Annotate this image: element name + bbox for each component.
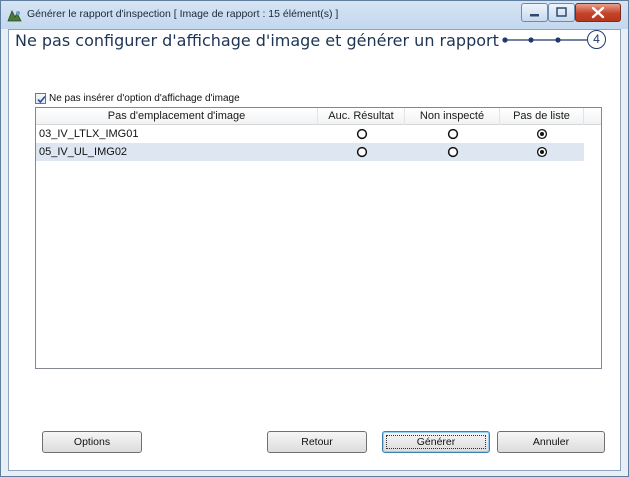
minimize-button[interactable] (521, 3, 548, 22)
back-button[interactable]: Retour (267, 431, 367, 453)
cancel-button[interactable]: Annuler (497, 431, 605, 453)
close-icon (591, 6, 605, 19)
column-header-no-result[interactable]: Auc. Résultat (318, 108, 405, 125)
options-button[interactable]: Options (42, 431, 142, 453)
row-image-name: 03_IV_LTLX_IMG01 (39, 128, 139, 140)
wizard-stepper: 4 (501, 29, 611, 51)
maximize-icon (556, 7, 567, 17)
no-image-option[interactable]: Ne pas insérer d'option d'affichage d'im… (35, 88, 240, 104)
radio-no-list[interactable] (536, 128, 548, 140)
report-dialog: Générer le rapport d'inspection [ Image … (0, 0, 629, 477)
table-row[interactable]: 03_IV_LTLX_IMG01 (36, 125, 584, 143)
step-progress-dots-icon (502, 37, 587, 43)
app-logo-icon (7, 8, 23, 22)
close-button[interactable] (575, 3, 621, 22)
no-image-option-checkbox[interactable] (35, 93, 46, 104)
radio-no-result[interactable] (356, 146, 368, 158)
row-image-name: 05_IV_UL_IMG02 (39, 146, 128, 158)
radio-no-list[interactable] (536, 146, 548, 158)
column-header-not-inspected[interactable]: Non inspecté (405, 108, 500, 125)
page-title: Ne pas configurer d'affichage d'image et… (15, 31, 499, 50)
checkmark-icon (37, 95, 46, 104)
image-location-table[interactable]: Pas d'emplacement d'image Auc. Résultat … (35, 107, 602, 369)
focus-indicator (386, 435, 486, 449)
radio-not-inspected[interactable] (447, 128, 459, 140)
radio-not-inspected[interactable] (447, 146, 459, 158)
table-header: Pas d'emplacement d'image Auc. Résultat … (36, 108, 601, 125)
title-bar[interactable]: Générer le rapport d'inspection [ Image … (1, 1, 628, 29)
no-image-option-label: Ne pas insérer d'option d'affichage d'im… (49, 93, 240, 104)
current-step-indicator: 4 (587, 30, 606, 49)
radio-no-result[interactable] (356, 128, 368, 140)
column-header-image-location[interactable]: Pas d'emplacement d'image (36, 108, 318, 125)
maximize-button[interactable] (548, 3, 575, 22)
table-row[interactable]: 05_IV_UL_IMG02 (36, 143, 584, 161)
column-header-no-list[interactable]: Pas de liste (500, 108, 584, 125)
generate-button[interactable]: Générer (382, 431, 490, 453)
window-title: Générer le rapport d'inspection [ Image … (27, 8, 339, 20)
column-header-filler (584, 108, 601, 125)
minimize-icon (530, 14, 539, 17)
